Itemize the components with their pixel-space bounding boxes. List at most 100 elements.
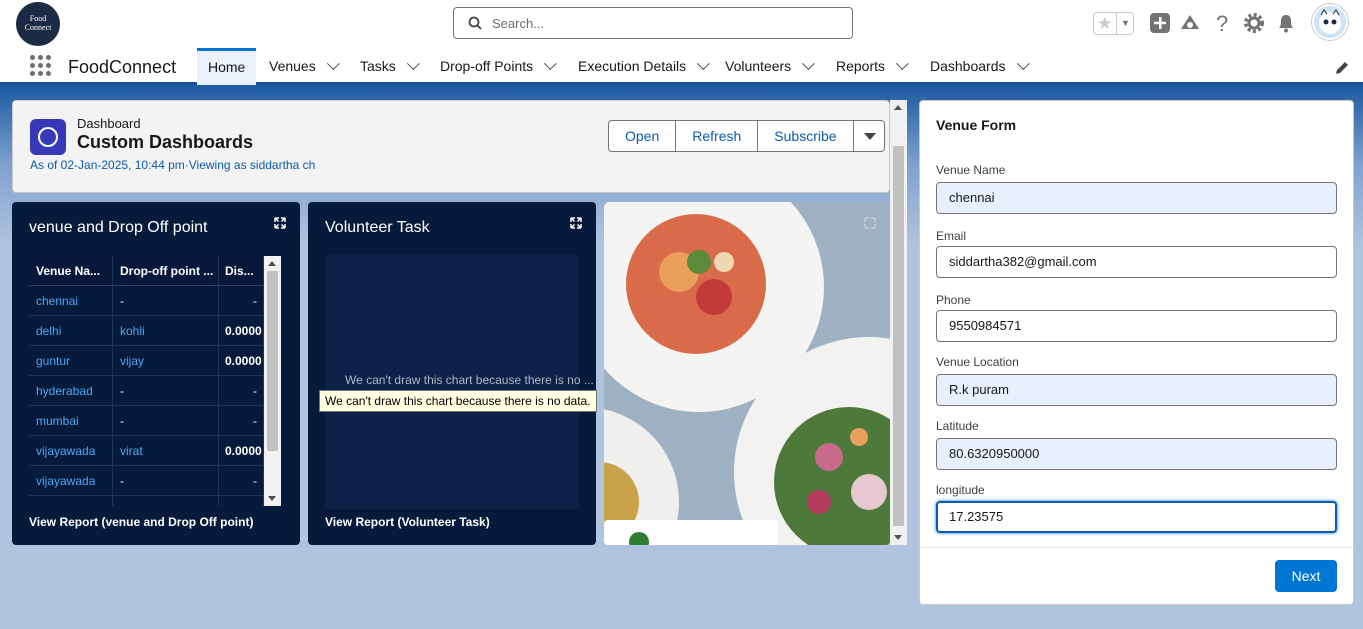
app-logo[interactable]: Food Connect	[16, 2, 60, 46]
venue-name-field[interactable]: chennai	[936, 182, 1337, 214]
phone-label: Phone	[936, 293, 971, 307]
tab-label: Execution Details	[578, 58, 687, 74]
global-search-input[interactable]: Search...	[453, 7, 853, 39]
chevron-down-icon[interactable]	[697, 57, 710, 71]
salad-photo	[604, 202, 890, 545]
expand-icon[interactable]	[864, 217, 876, 229]
expand-icon[interactable]	[570, 217, 582, 229]
chevron-down-icon[interactable]	[326, 57, 340, 71]
venue-link[interactable]: guntur	[29, 346, 113, 376]
tooltip: We can't draw this chart because there i…	[319, 390, 597, 412]
next-button[interactable]: Next	[1275, 560, 1337, 592]
svg-text:?: ?	[1216, 12, 1228, 34]
tab-tasks[interactable]: Tasks	[360, 48, 420, 85]
table-row	[29, 496, 264, 506]
tab-label: Home	[208, 59, 246, 75]
dashboard-scrollbar[interactable]	[890, 100, 907, 545]
table-row: hyderabad - -	[29, 376, 264, 406]
favorites-dropdown-icon[interactable]: ▼	[1116, 13, 1134, 34]
venue-link[interactable]: vijayawada	[29, 466, 113, 496]
table-row: vijayawada - -	[29, 466, 264, 496]
dropoff-link[interactable]: kohli	[113, 316, 219, 346]
favorites-button[interactable]: ★ ▼	[1093, 12, 1134, 35]
as-of-timestamp[interactable]: As of 02-Jan-2025, 10:44 pm·Viewing as s…	[30, 158, 315, 172]
tab-label: Tasks	[360, 58, 396, 74]
edit-nav-pencil-icon[interactable]	[1334, 60, 1350, 76]
search-icon	[468, 16, 482, 30]
venue-location-field[interactable]: R.k puram	[936, 374, 1337, 406]
refresh-button[interactable]: Refresh	[675, 120, 759, 152]
gear-icon[interactable]	[1243, 12, 1265, 34]
tab-dashboards[interactable]: Dashboards	[930, 48, 1030, 85]
chevron-down-icon[interactable]	[1016, 57, 1030, 71]
tab-reports[interactable]: Reports	[836, 48, 909, 85]
widget-title: venue and Drop Off point	[29, 219, 208, 236]
longitude-label: longitude	[936, 483, 985, 497]
scroll-thumb[interactable]	[893, 146, 904, 526]
chevron-down-icon[interactable]	[544, 57, 557, 71]
venue-form-panel: Venue Form Venue Name chennai Email sidd…	[919, 100, 1354, 605]
venue-link[interactable]: delhi	[29, 316, 113, 346]
bell-icon[interactable]	[1275, 12, 1297, 34]
tab-execution-details[interactable]: Execution Details	[578, 48, 710, 85]
latitude-label: Latitude	[936, 419, 979, 433]
tab-label: Volunteers	[725, 58, 792, 74]
table-header-row: Venue Na... Drop-off point ... Dis...	[29, 256, 264, 286]
chevron-down-icon[interactable]	[406, 57, 420, 71]
chart-area: We can't draw this chart because there i…	[325, 255, 594, 509]
venue-link[interactable]: chennai	[29, 286, 113, 316]
venue-name-label: Venue Name	[936, 163, 1006, 177]
help-icon[interactable]: ?	[1211, 12, 1233, 34]
column-header[interactable]: Drop-off point ...	[113, 256, 219, 286]
table-row: chennai - -	[29, 286, 264, 316]
dropoff-link[interactable]: vijay	[113, 346, 219, 376]
venue-link[interactable]: hyderabad	[29, 376, 113, 406]
table-row: guntur vijay 0.0000	[29, 346, 264, 376]
tab-label: Venues	[269, 58, 316, 74]
add-icon[interactable]	[1149, 12, 1171, 34]
open-button[interactable]: Open	[608, 120, 677, 152]
venue-link[interactable]: mumbai	[29, 406, 113, 436]
email-field[interactable]: siddartha382@gmail.com	[936, 246, 1337, 278]
column-header[interactable]: Dis...	[219, 256, 264, 286]
phone-field[interactable]: 9550984571	[936, 310, 1337, 342]
chevron-down-icon[interactable]	[895, 57, 909, 71]
table-cell: -	[113, 406, 219, 436]
longitude-field[interactable]: 17.23575	[936, 501, 1337, 533]
report-table: Venue Na... Drop-off point ... Dis... ch…	[29, 256, 264, 506]
tab-volunteers[interactable]: Volunteers	[725, 48, 815, 85]
venue-link[interactable]: vijayawada	[29, 436, 113, 466]
table-cell: -	[219, 466, 264, 496]
table-cell: -	[219, 286, 264, 316]
dropoff-link[interactable]: virat	[113, 436, 219, 466]
subscribe-button[interactable]: Subscribe	[757, 120, 854, 152]
expand-icon[interactable]	[274, 217, 286, 229]
trailhead-icon[interactable]	[1179, 12, 1201, 34]
tab-home[interactable]: Home	[197, 48, 257, 85]
table-row: mumbai - -	[29, 406, 264, 436]
table-scrollbar[interactable]	[264, 256, 281, 506]
view-report-link[interactable]: View Report (Volunteer Task)	[325, 515, 490, 529]
column-header[interactable]: Venue Na...	[29, 256, 113, 286]
chevron-down-icon[interactable]	[802, 57, 815, 71]
latitude-field[interactable]: 80.6320950000	[936, 438, 1337, 470]
scroll-up-arrow-icon[interactable]	[894, 105, 902, 110]
more-actions-dropdown[interactable]	[852, 120, 885, 152]
astro-avatar-icon	[1319, 9, 1341, 34]
tab-label: Reports	[836, 58, 886, 74]
scroll-up-arrow-icon[interactable]	[268, 261, 276, 266]
volunteer-task-widget: Volunteer Task We can't draw this chart …	[308, 202, 596, 545]
view-report-link[interactable]: View Report (venue and Drop Off point)	[29, 515, 253, 529]
scroll-down-arrow-icon[interactable]	[268, 496, 276, 501]
logo-text-food: Food	[29, 14, 47, 23]
tab-venues[interactable]: Venues	[269, 48, 340, 85]
tab-drop-off-points[interactable]: Drop-off Points	[440, 48, 557, 85]
table-row: delhi kohli 0.0000	[29, 316, 264, 346]
app-launcher-icon[interactable]	[30, 55, 52, 77]
table-cell: -	[219, 376, 264, 406]
app-nav-bar: FoodConnect Home Venues Tasks Drop-off P…	[0, 48, 1363, 85]
table-cell	[29, 496, 113, 506]
user-avatar[interactable]	[1312, 4, 1348, 40]
scroll-thumb[interactable]	[267, 271, 278, 451]
scroll-down-arrow-icon[interactable]	[894, 535, 902, 540]
